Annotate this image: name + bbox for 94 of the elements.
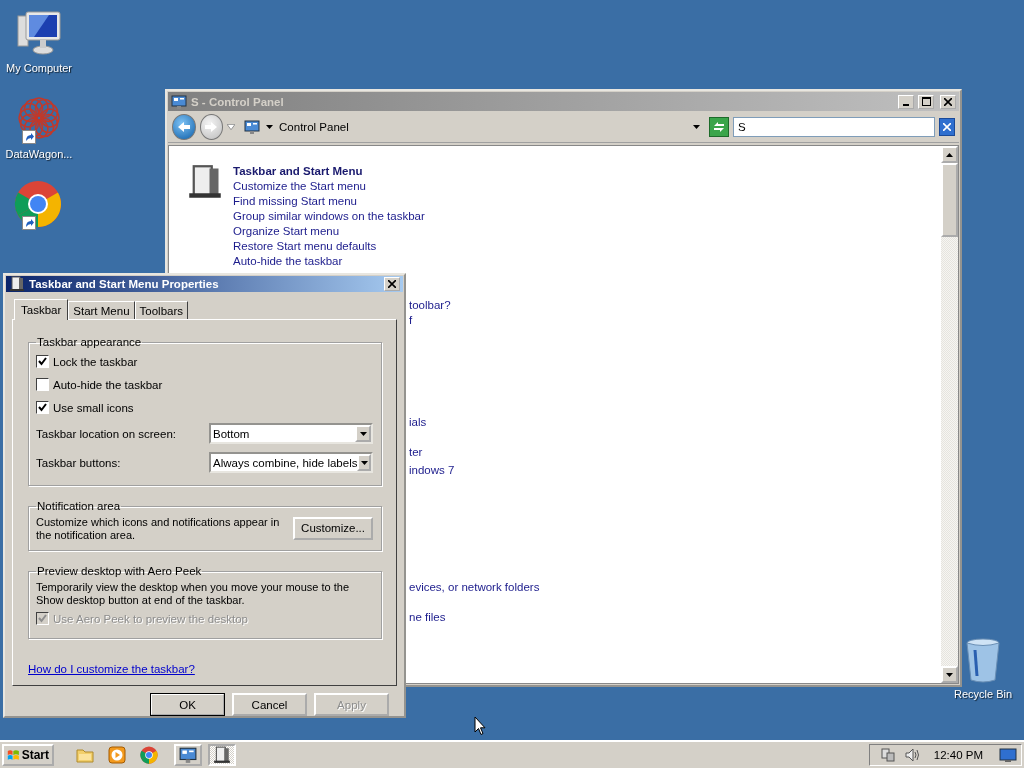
taskbar-settings-icon bbox=[187, 164, 223, 200]
task-link[interactable]: ter bbox=[409, 445, 423, 460]
up-arrow-icon bbox=[946, 152, 953, 157]
scroll-down-button[interactable] bbox=[941, 666, 958, 683]
search-field[interactable]: S bbox=[733, 116, 935, 137]
taskbar-button[interactable] bbox=[208, 744, 236, 766]
recycle-bin-icon[interactable] bbox=[963, 636, 1003, 684]
task-link[interactable]: Auto-hide the taskbar bbox=[233, 254, 425, 269]
left-arrow-icon bbox=[176, 120, 191, 133]
description-text: Temporarily view the desktop when you move your mouse to the Show desktop button at end of the taskbar. bbox=[36, 581, 351, 607]
checkbox-label: Lock the taskbar bbox=[53, 355, 138, 368]
media-player-icon[interactable] bbox=[108, 746, 126, 764]
control-panel-icon bbox=[179, 746, 197, 764]
scrollbar[interactable] bbox=[941, 146, 958, 683]
dropdown[interactable]: Bottom bbox=[209, 423, 373, 444]
task-link[interactable]: Find missing Start menu bbox=[233, 194, 425, 209]
close-button[interactable] bbox=[940, 94, 956, 109]
task-link[interactable]: Customize the Start menu bbox=[233, 179, 425, 194]
dropdown-arrow-icon bbox=[360, 460, 368, 465]
scroll-up-button[interactable] bbox=[941, 146, 958, 163]
network-icon[interactable] bbox=[879, 747, 896, 763]
taskbar-button[interactable] bbox=[174, 744, 202, 766]
dropdown-arrow-icon bbox=[693, 124, 701, 129]
checkbox-label: Use Aero Peek to preview the desktop bbox=[53, 612, 248, 625]
checkbox-label: Auto-hide the taskbar bbox=[53, 378, 163, 391]
tab[interactable]: Start Menu bbox=[68, 301, 135, 319]
tab[interactable]: Toolbars bbox=[134, 301, 188, 319]
task-link[interactable]: indows 7 bbox=[409, 463, 455, 478]
chrome-icon[interactable] bbox=[140, 746, 158, 764]
customize-button[interactable]: Customize... bbox=[293, 516, 373, 540]
task-link[interactable]: ials bbox=[409, 415, 427, 430]
window-title: S - Control Panel bbox=[191, 95, 285, 108]
chrome-icon[interactable] bbox=[14, 180, 62, 228]
control-panel-icon bbox=[171, 93, 187, 110]
dropdown-button[interactable] bbox=[355, 425, 371, 442]
windows-logo-icon bbox=[7, 748, 20, 762]
task-link[interactable]: evices, or network folders bbox=[409, 580, 540, 595]
maximize-icon bbox=[921, 97, 931, 106]
computer-icon[interactable] bbox=[14, 8, 64, 58]
desktop-icon-label[interactable]: DataWagon... bbox=[5, 148, 73, 160]
dialog-button[interactable]: OK bbox=[150, 693, 225, 716]
minimize-button[interactable] bbox=[898, 94, 914, 109]
dropdown[interactable]: Always combine, hide labels bbox=[209, 452, 373, 473]
taskbar-properties-icon bbox=[213, 746, 231, 764]
clock[interactable]: 12:40 PM bbox=[927, 749, 991, 761]
checkbox[interactable] bbox=[36, 355, 49, 368]
checkbox[interactable] bbox=[36, 378, 49, 391]
task-link[interactable]: toolbar? bbox=[409, 298, 451, 313]
close-icon bbox=[942, 122, 951, 131]
dialog-button[interactable]: Cancel bbox=[232, 693, 307, 716]
desktop-icon-label[interactable]: My Computer bbox=[6, 62, 72, 74]
back-button[interactable] bbox=[172, 113, 196, 140]
recent-pages-icon[interactable] bbox=[227, 123, 236, 130]
checkmark-icon bbox=[38, 357, 47, 366]
volume-icon[interactable] bbox=[903, 747, 920, 763]
dropdown-button[interactable] bbox=[357, 454, 371, 471]
right-arrow-icon bbox=[204, 120, 219, 133]
close-button[interactable] bbox=[384, 277, 400, 291]
desktop-icon-label[interactable]: Recycle Bin bbox=[953, 688, 1013, 700]
down-arrow-icon bbox=[946, 672, 953, 677]
description-text: Customize which icons and notifications appear in the notification area. bbox=[36, 516, 281, 542]
task-link[interactable]: Organize Start menu bbox=[233, 224, 425, 239]
field-label: Taskbar location on screen: bbox=[36, 427, 176, 440]
checkbox[interactable] bbox=[36, 401, 49, 414]
category-heading-link[interactable]: Taskbar and Start Menu bbox=[233, 164, 425, 179]
minimize-icon bbox=[903, 103, 909, 106]
task-link[interactable]: Group similar windows on the taskbar bbox=[233, 209, 425, 224]
help-link[interactable]: How do I customize the taskbar? bbox=[28, 663, 195, 675]
task-link[interactable]: f bbox=[409, 313, 413, 328]
maximize-button[interactable] bbox=[918, 94, 934, 109]
refresh-icon bbox=[712, 120, 726, 133]
breadcrumb-arrow-icon bbox=[266, 124, 274, 129]
mouse-cursor-icon bbox=[474, 716, 486, 736]
task-link[interactable]: ne files bbox=[409, 610, 446, 625]
tab[interactable]: Taskbar bbox=[14, 299, 69, 320]
show-desktop-icon[interactable] bbox=[999, 747, 1017, 763]
group-title: Preview desktop with Aero Peek bbox=[36, 565, 203, 577]
checkmark-icon bbox=[38, 614, 47, 623]
taskbar-properties-icon bbox=[9, 276, 25, 292]
task-link[interactable]: Restore Start menu defaults bbox=[233, 239, 425, 254]
clear-search-button[interactable] bbox=[938, 117, 955, 136]
dialog-title: Taskbar and Start Menu Properties bbox=[29, 278, 220, 290]
dropdown-arrow-icon bbox=[359, 431, 367, 436]
group-title: Notification area bbox=[36, 500, 122, 512]
start-button[interactable]: Start bbox=[2, 744, 54, 766]
close-icon bbox=[944, 97, 952, 106]
group-title: Taskbar appearance bbox=[36, 336, 143, 348]
checkmark-icon bbox=[38, 403, 47, 412]
field-label: Taskbar buttons: bbox=[36, 456, 121, 469]
refresh-button[interactable] bbox=[709, 116, 729, 137]
scroll-thumb[interactable] bbox=[941, 163, 958, 237]
control-panel-icon bbox=[244, 118, 261, 135]
close-icon bbox=[388, 280, 396, 288]
checkbox-label: Use small icons bbox=[53, 401, 134, 414]
